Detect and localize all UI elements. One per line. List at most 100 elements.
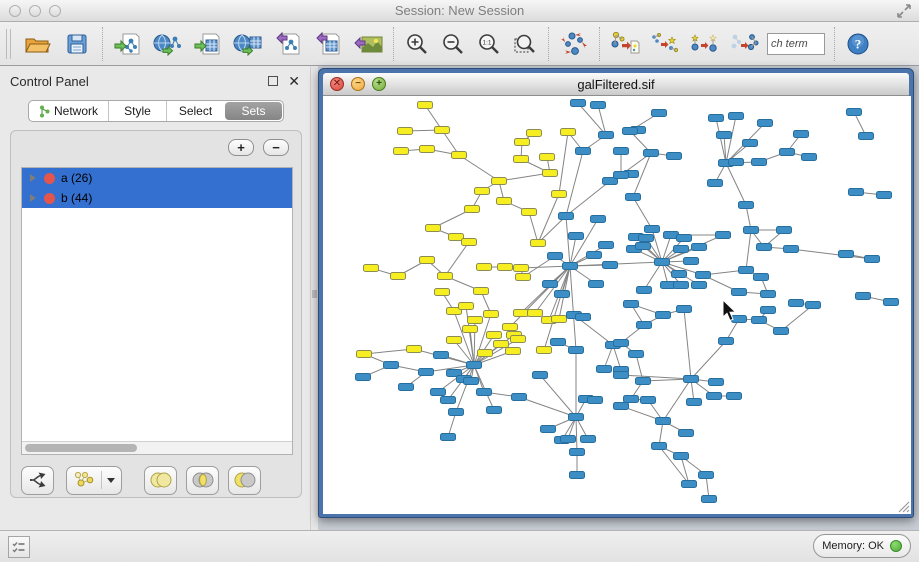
graph-node-blue[interactable] — [752, 317, 767, 324]
frame-close-icon[interactable]: ✕ — [330, 77, 344, 91]
main-titlebar[interactable]: Session: New Session — [0, 0, 919, 22]
graph-node-blue[interactable] — [599, 132, 614, 139]
graph-node-yellow[interactable] — [420, 257, 435, 264]
graph-node-yellow[interactable] — [540, 154, 555, 161]
graph-node-blue[interactable] — [548, 253, 563, 260]
difference-button[interactable] — [228, 466, 261, 495]
apply-layout-button[interactable] — [554, 25, 594, 63]
export-image-button[interactable] — [348, 25, 388, 63]
graph-node-yellow[interactable] — [418, 102, 433, 109]
graph-node-yellow[interactable] — [514, 156, 529, 163]
graph-node-blue[interactable] — [559, 213, 574, 220]
graph-node-blue[interactable] — [709, 115, 724, 122]
graph-node-blue[interactable] — [576, 148, 591, 155]
graph-node-blue[interactable] — [692, 244, 707, 251]
fullscreen-icon[interactable] — [897, 4, 911, 18]
panel-splitter[interactable] — [310, 66, 318, 530]
graph-node-blue[interactable] — [441, 434, 456, 441]
graph-node-yellow[interactable] — [447, 337, 462, 344]
graph-node-yellow[interactable] — [394, 148, 409, 155]
graph-node-blue[interactable] — [597, 366, 612, 373]
graph-node-yellow[interactable] — [494, 341, 509, 348]
graph-node-yellow[interactable] — [498, 264, 513, 271]
new-network-from-selection-button[interactable] — [605, 25, 645, 63]
graph-node-yellow[interactable] — [426, 225, 441, 232]
graph-node-blue[interactable] — [434, 352, 449, 359]
import-network-web-button[interactable] — [148, 25, 188, 63]
split-set-button[interactable] — [21, 466, 54, 495]
close-panel-icon[interactable]: ✕ — [288, 76, 300, 86]
graph-node-yellow[interactable] — [503, 324, 518, 331]
graph-node-blue[interactable] — [555, 291, 570, 298]
graph-node-blue[interactable] — [684, 258, 699, 265]
graph-node-blue[interactable] — [777, 227, 792, 234]
graph-node-blue[interactable] — [774, 328, 789, 335]
graph-node-yellow[interactable] — [515, 139, 530, 146]
graph-node-blue[interactable] — [603, 262, 618, 269]
graph-node-blue[interactable] — [626, 194, 641, 201]
graph-node-blue[interactable] — [614, 340, 629, 347]
graph-node-yellow[interactable] — [438, 273, 453, 280]
graph-node-blue[interactable] — [674, 453, 689, 460]
graph-node-blue[interactable] — [569, 233, 584, 240]
graph-node-blue[interactable] — [684, 376, 699, 383]
graph-node-yellow[interactable] — [407, 346, 422, 353]
toolbar-drag-handle[interactable] — [6, 29, 11, 59]
import-table-file-button[interactable] — [188, 25, 228, 63]
frame-minimize-icon[interactable]: − — [351, 77, 365, 91]
graph-node-blue[interactable] — [614, 403, 629, 410]
graph-node-blue[interactable] — [708, 180, 723, 187]
hide-selection-button[interactable] — [725, 25, 765, 63]
graph-node-blue[interactable] — [743, 140, 758, 147]
resize-grip-icon[interactable] — [896, 499, 910, 513]
graph-node-yellow[interactable] — [463, 326, 478, 333]
help-button[interactable]: ? — [840, 25, 876, 63]
graph-node-blue[interactable] — [677, 306, 692, 313]
graph-node-blue[interactable] — [677, 235, 692, 242]
graph-node-blue[interactable] — [576, 314, 591, 321]
graph-node-blue[interactable] — [667, 153, 682, 160]
graph-node-yellow[interactable] — [552, 191, 567, 198]
graph-node-yellow[interactable] — [514, 265, 529, 272]
graph-node-blue[interactable] — [543, 281, 558, 288]
graph-node-blue[interactable] — [727, 393, 742, 400]
graph-node-blue[interactable] — [789, 300, 804, 307]
graph-node-blue[interactable] — [754, 274, 769, 281]
graph-node-blue[interactable] — [656, 418, 671, 425]
graph-node-blue[interactable] — [384, 362, 399, 369]
graph-node-blue[interactable] — [644, 150, 659, 157]
graph-node-yellow[interactable] — [468, 317, 483, 324]
graph-node-blue[interactable] — [571, 100, 586, 107]
graph-node-blue[interactable] — [419, 369, 434, 376]
graph-node-blue[interactable] — [639, 235, 654, 242]
create-set-network-button[interactable] — [66, 466, 122, 495]
graph-node-blue[interactable] — [551, 339, 566, 346]
graph-node-blue[interactable] — [752, 159, 767, 166]
graph-node-blue[interactable] — [624, 301, 639, 308]
graph-node-blue[interactable] — [477, 389, 492, 396]
graph-node-blue[interactable] — [614, 372, 629, 379]
add-set-button[interactable]: + — [228, 139, 254, 156]
graph-node-blue[interactable] — [431, 389, 446, 396]
import-table-web-button[interactable] — [228, 25, 268, 63]
horizontal-scrollbar[interactable] — [22, 441, 292, 454]
graph-node-blue[interactable] — [614, 148, 629, 155]
splitter-grip-icon[interactable] — [312, 290, 317, 298]
graph-node-blue[interactable] — [636, 378, 651, 385]
graph-node-blue[interactable] — [717, 132, 732, 139]
list-item-set-b[interactable]: b (44) — [22, 188, 292, 208]
graph-node-blue[interactable] — [655, 259, 670, 266]
graph-node-blue[interactable] — [719, 338, 734, 345]
graph-node-blue[interactable] — [687, 399, 702, 406]
graph-node-blue[interactable] — [441, 397, 456, 404]
graph-node-blue[interactable] — [806, 302, 821, 309]
graph-node-blue[interactable] — [449, 409, 464, 416]
graph-node-blue[interactable] — [464, 378, 479, 385]
graph-node-blue[interactable] — [739, 202, 754, 209]
graph-node-blue[interactable] — [624, 396, 639, 403]
graph-node-blue[interactable] — [629, 351, 644, 358]
graph-node-blue[interactable] — [672, 271, 687, 278]
zoom-fit-button[interactable]: 1:1 — [471, 25, 507, 63]
graph-node-blue[interactable] — [399, 384, 414, 391]
graph-node-blue[interactable] — [716, 232, 731, 239]
